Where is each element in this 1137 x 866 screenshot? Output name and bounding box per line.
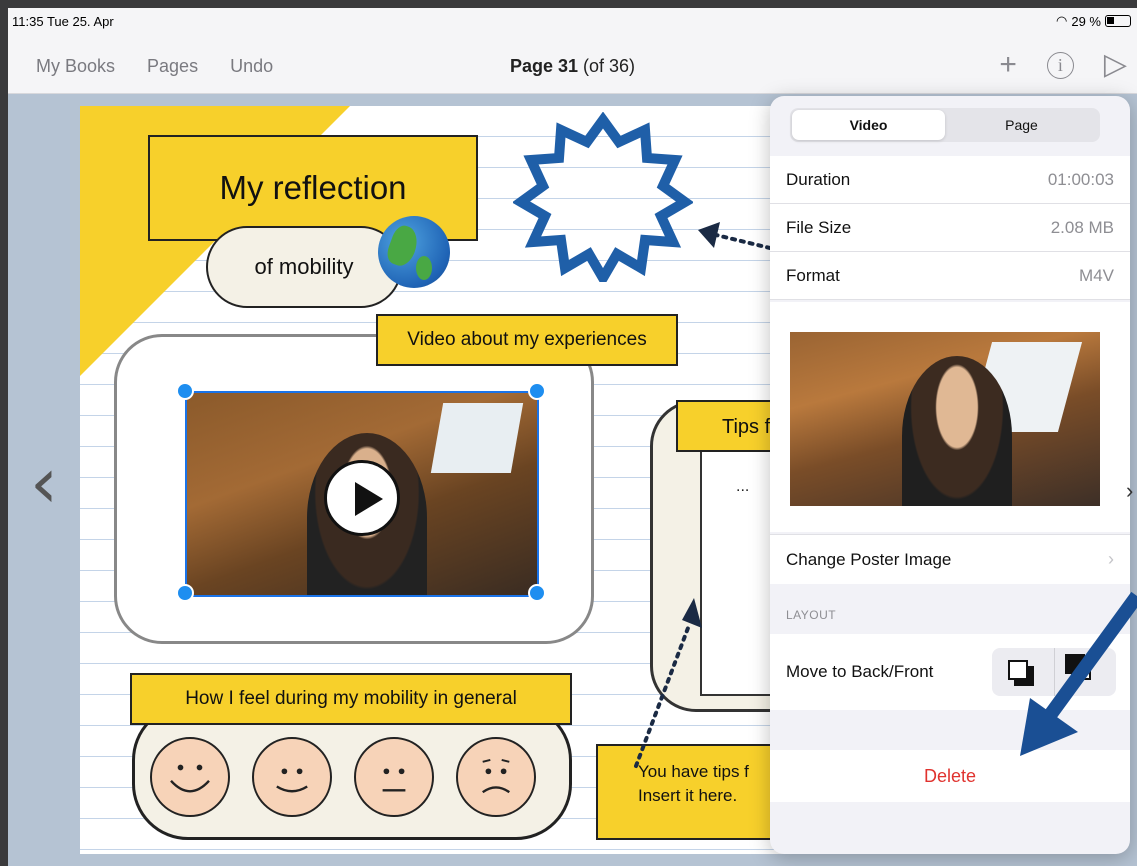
duration-label: Duration <box>786 169 851 189</box>
file-size-row: File Size 2.08 MB <box>770 204 1130 252</box>
previous-page-icon[interactable]: ‹ <box>30 448 58 518</box>
face-happy-icon[interactable] <box>252 737 332 817</box>
face-sad-icon[interactable] <box>456 737 536 817</box>
subtitle-pill[interactable]: of mobility <box>206 226 402 308</box>
tips-hint-box[interactable]: You have tips f Insert it here. <box>596 744 796 840</box>
page-total: (of 36) <box>583 56 636 76</box>
next-page-icon[interactable]: › <box>1126 478 1133 504</box>
format-row: Format M4V <box>770 252 1130 300</box>
selection-handle-top-left[interactable] <box>176 382 194 400</box>
change-poster-image-button[interactable]: Change Poster Image › <box>770 534 1130 584</box>
globe-icon[interactable] <box>378 216 450 288</box>
chevron-right-icon: › <box>1108 549 1114 569</box>
add-icon[interactable]: + <box>999 50 1017 80</box>
selection-handle-top-right[interactable] <box>528 382 546 400</box>
file-size-label: File Size <box>786 217 852 237</box>
inspector-popover: Video Page Duration 01:00:03 File Size 2… <box>770 96 1130 854</box>
duration-value: 01:00:03 <box>1047 169 1114 189</box>
page-indicator: Page 31 (of 36) <box>8 56 1137 77</box>
poster-person <box>902 356 1012 506</box>
format-label: Format <box>786 265 840 285</box>
status-indicators: ◠ 29 % <box>1056 13 1131 29</box>
format-value: M4V <box>1079 265 1114 285</box>
video-info-list: Duration 01:00:03 File Size 2.08 MB Form… <box>770 156 1130 300</box>
battery-icon <box>1105 15 1131 27</box>
play-book-icon[interactable]: ▷ <box>1104 50 1127 80</box>
feelings-label[interactable]: How I feel during my mobility in general <box>130 673 572 725</box>
face-neutral-icon[interactable] <box>354 737 434 817</box>
page-number: Page 31 <box>509 56 578 76</box>
app-toolbar: 11:35 Tue 25. Apr ◠ 29 % My Books Pages … <box>8 8 1137 94</box>
selection-handle-bottom-right[interactable] <box>528 584 546 602</box>
front-square <box>1064 654 1085 674</box>
inspector-tabs: Video Page <box>790 108 1100 142</box>
front-square <box>1008 660 1028 680</box>
tab-video[interactable]: Video <box>792 110 945 140</box>
file-size-value: 2.08 MB <box>1050 217 1114 237</box>
tips-placeholder: ... <box>736 478 750 495</box>
tab-page[interactable]: Page <box>945 110 1098 140</box>
status-time: 11:35 Tue 25. Apr <box>12 14 114 29</box>
change-poster-label: Change Poster Image <box>786 549 952 569</box>
wifi-icon: ◠ <box>1056 13 1068 28</box>
move-back-front-row: Move to Back/Front <box>770 634 1130 710</box>
video-label[interactable]: Video about my experiences <box>376 314 678 366</box>
layout-buttons <box>992 648 1116 696</box>
duration-row: Duration 01:00:03 <box>770 156 1130 204</box>
play-icon[interactable] <box>324 460 400 536</box>
selection-handle-bottom-left[interactable] <box>176 584 194 602</box>
poster-image <box>790 332 1100 506</box>
starburst-shape[interactable] <box>513 112 693 282</box>
move-to-back-button[interactable] <box>992 648 1055 696</box>
face-very-happy-icon[interactable] <box>150 737 230 817</box>
layout-section-header: LAYOUT <box>786 608 837 622</box>
info-icon[interactable]: i <box>1046 51 1074 79</box>
battery-percent: 29 % <box>1071 13 1101 29</box>
poster-section <box>770 302 1130 532</box>
video-window-area <box>430 403 524 473</box>
move-back-front-label: Move to Back/Front <box>786 662 934 681</box>
ipad-screen: ‹ My reflection of mobility Video about … <box>8 8 1137 866</box>
delete-button[interactable]: Delete <box>770 750 1130 802</box>
nav-right-group: + i ▷ <box>999 50 1127 80</box>
move-to-front-button[interactable] <box>1055 648 1117 696</box>
